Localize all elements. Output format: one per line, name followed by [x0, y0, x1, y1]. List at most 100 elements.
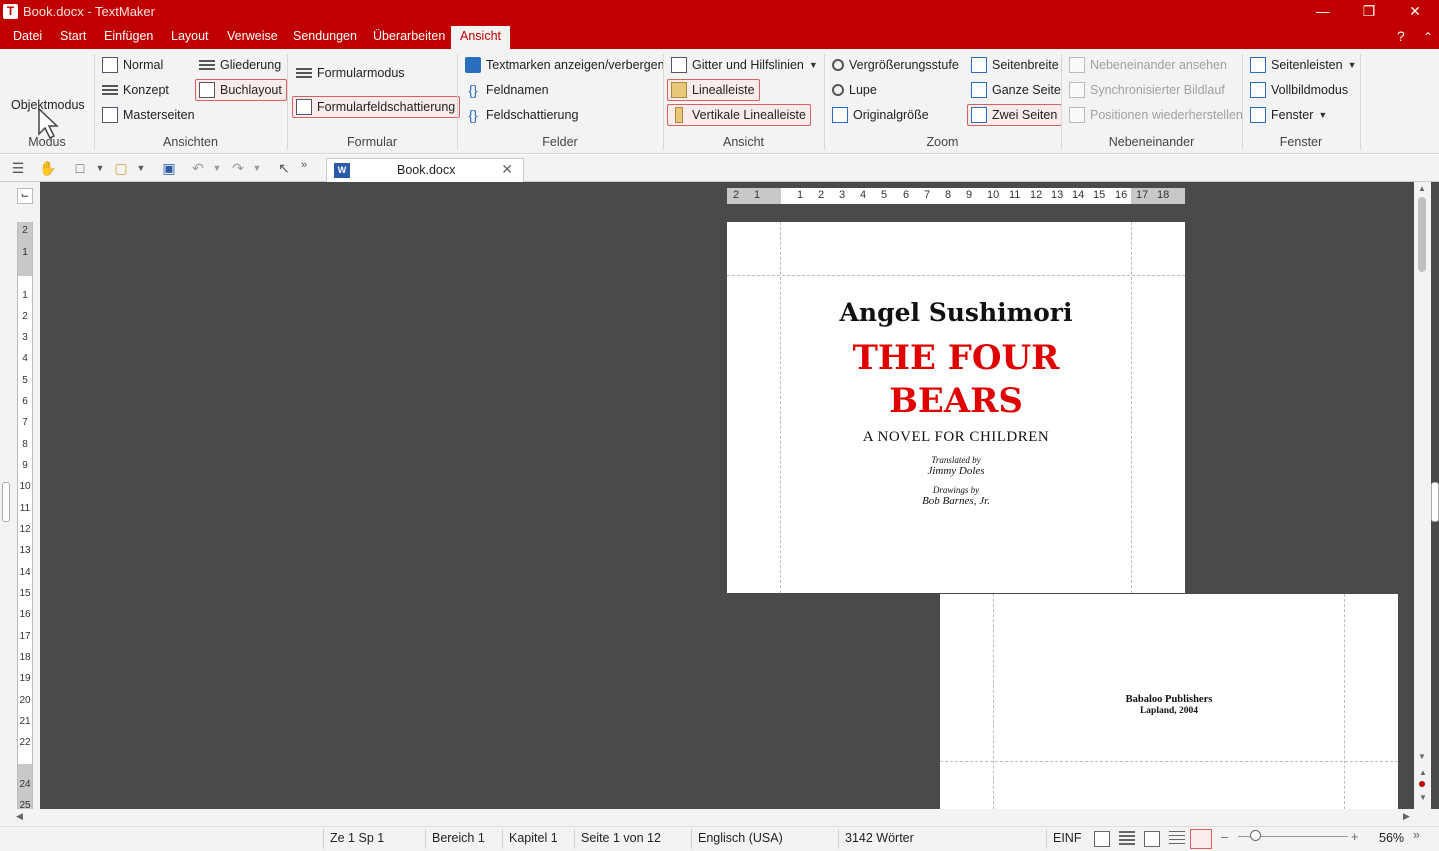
- view-gliederung-button[interactable]: Gliederung: [196, 54, 285, 76]
- status-zoom-level[interactable]: 56%: [1379, 831, 1404, 845]
- right-sidebar-handle[interactable]: [1431, 482, 1439, 522]
- magnifier-icon: [832, 84, 844, 96]
- view-outline-icon[interactable]: [1169, 831, 1185, 847]
- zoom-icon: [832, 59, 844, 71]
- vertical-ruler[interactable]: 2 1 1 2 3 4 5 6 7 8 9 10 11 12 13 14 15 16 17 18 19 20 21 22 24 2…: [17, 222, 33, 811]
- zoom-in-icon[interactable]: +: [1351, 830, 1358, 844]
- status-language[interactable]: Englisch (USA): [698, 831, 783, 845]
- nebeneinander-ansehen-button[interactable]: Nebeneinander ansehen: [1066, 54, 1231, 76]
- status-word-count[interactable]: 3142 Wörter: [845, 831, 914, 845]
- zoom-out-icon[interactable]: –: [1221, 830, 1228, 844]
- positionen-wiederherstellen-button[interactable]: Positionen wiederherstellen: [1066, 104, 1247, 126]
- synchronisierter-bildlauf-button[interactable]: Synchronisierter Bildlauf: [1066, 79, 1229, 101]
- vertical-scrollbar[interactable]: ▲ ▼ ▲ ▼: [1414, 182, 1431, 809]
- scroll-left-icon[interactable]: ◀: [16, 811, 23, 822]
- menu-ansicht[interactable]: Ansicht: [451, 26, 510, 49]
- view-konzept-button[interactable]: Konzept: [99, 79, 173, 101]
- ruler-tick-label: 13: [1051, 189, 1064, 201]
- redo-icon[interactable]: ↷: [228, 159, 248, 177]
- gitter-hilfslinien-button[interactable]: Gitter und Hilfslinien ▼: [668, 54, 822, 76]
- pointer-icon[interactable]: ↖: [274, 159, 294, 177]
- publisher-name: Babaloo Publishers: [1125, 694, 1213, 705]
- more-icon[interactable]: »: [294, 156, 314, 174]
- view-normal-button[interactable]: Normal: [99, 54, 167, 76]
- status-cursor-position[interactable]: Ze 1 Sp 1: [330, 831, 384, 845]
- horizontal-ruler[interactable]: 2 1 1 2 3 4 5 6 7 8 9 10 11 12 13 14 15 16 17 18: [727, 188, 1185, 204]
- scroll-down-icon[interactable]: ▼: [1418, 752, 1426, 761]
- feldschattierung-button[interactable]: {} Feldschattierung: [462, 104, 582, 126]
- scroll-right-icon[interactable]: ▶: [1403, 811, 1410, 822]
- page-2[interactable]: Babaloo Publishers Lapland, 2004: [940, 594, 1398, 809]
- ruler-tick-label: 1: [22, 247, 28, 258]
- vertikale-linealleiste-button[interactable]: Vertikale Linealleiste: [667, 104, 811, 126]
- ruler-tick-label: 7: [22, 417, 28, 428]
- linealleiste-button[interactable]: Linealleiste: [667, 79, 760, 101]
- formularfeldschattierung-button[interactable]: Formularfeldschattierung: [292, 96, 461, 118]
- window-icon: [1250, 107, 1266, 123]
- menu-start[interactable]: Start: [60, 29, 86, 43]
- view-buchlayout-button[interactable]: Buchlayout: [195, 79, 287, 101]
- feldnamen-label: Feldnamen: [486, 83, 549, 97]
- view-book-icon[interactable]: [1190, 829, 1212, 849]
- ganze-seite-button[interactable]: Ganze Seite: [968, 79, 1065, 101]
- zwei-seiten-button[interactable]: Zwei Seiten: [967, 104, 1063, 126]
- view-draft-icon[interactable]: [1119, 831, 1135, 847]
- minimize-button[interactable]: —: [1300, 0, 1346, 24]
- close-button[interactable]: ✕: [1392, 0, 1438, 24]
- next-page-icon[interactable]: ▼: [1419, 793, 1427, 802]
- document-tab[interactable]: W Book.docx ✕: [326, 158, 524, 182]
- page-1[interactable]: Angel Sushimori THE FOUR BEARS A NOVEL F…: [727, 222, 1185, 593]
- save-icon[interactable]: ▣: [159, 159, 179, 177]
- chevron-down-icon[interactable]: ▼: [207, 159, 227, 177]
- open-folder-icon[interactable]: ▢: [111, 159, 131, 177]
- formularmodus-button[interactable]: Formularmodus: [293, 62, 409, 84]
- vergroesserungsstufe-button[interactable]: Vergrößerungsstufe: [829, 54, 963, 76]
- left-sidebar-handle[interactable]: [2, 482, 10, 522]
- view-normal-icon[interactable]: [1094, 831, 1110, 847]
- vollbildmodus-button[interactable]: Vollbildmodus: [1247, 79, 1352, 101]
- menu-layout[interactable]: Layout: [171, 29, 209, 43]
- menu-sendungen[interactable]: Sendungen: [293, 29, 357, 43]
- view-masterseiten-button[interactable]: Masterseiten: [99, 104, 199, 126]
- previous-page-icon[interactable]: ▲: [1419, 768, 1427, 777]
- menu-lines-icon[interactable]: ☰: [8, 159, 28, 177]
- menu-ueberarbeiten[interactable]: Überarbeiten: [373, 29, 445, 43]
- scroll-up-icon[interactable]: ▲: [1418, 184, 1426, 193]
- chevron-down-icon[interactable]: ▼: [247, 159, 267, 177]
- new-document-icon[interactable]: □: [70, 159, 90, 177]
- tab-stop-selector[interactable]: ⌙: [17, 188, 33, 204]
- feldschattierung-label: Feldschattierung: [486, 108, 579, 122]
- view-master-icon[interactable]: [1144, 831, 1160, 847]
- status-section[interactable]: Bereich 1: [432, 831, 485, 845]
- undo-icon[interactable]: ↶: [188, 159, 208, 177]
- status-chapter[interactable]: Kapitel 1: [509, 831, 558, 845]
- menu-datei[interactable]: Datei: [13, 29, 42, 43]
- ruler-tick-label: 4: [22, 353, 28, 364]
- maximize-button[interactable]: ❐: [1346, 0, 1392, 24]
- zoom-slider-knob[interactable]: [1250, 830, 1261, 841]
- feldnamen-button[interactable]: {} Feldnamen: [462, 79, 553, 101]
- lupe-button[interactable]: Lupe: [829, 79, 881, 101]
- menu-verweise[interactable]: Verweise: [227, 29, 278, 43]
- chevron-down-icon[interactable]: ▼: [90, 159, 110, 177]
- help-icon[interactable]: ?: [1397, 28, 1405, 44]
- chevron-down-icon[interactable]: ▼: [131, 159, 151, 177]
- collapse-ribbon-icon[interactable]: ⌃: [1423, 30, 1433, 44]
- menu-einfuegen[interactable]: Einfügen: [104, 29, 153, 43]
- seitenbreite-button[interactable]: Seitenbreite: [968, 54, 1063, 76]
- status-divider: [838, 829, 839, 849]
- horizontal-scrollbar[interactable]: ◀ ▶: [0, 809, 1439, 826]
- more-icon[interactable]: »: [1413, 828, 1420, 842]
- originalgroesse-button[interactable]: Originalgröße: [829, 104, 933, 126]
- status-page[interactable]: Seite 1 von 12: [581, 831, 661, 845]
- seitenleisten-button[interactable]: Seitenleisten ▼: [1247, 54, 1361, 76]
- browse-object-icon[interactable]: [1419, 781, 1425, 787]
- status-insert-mode[interactable]: EINF: [1053, 831, 1081, 845]
- textmarken-button[interactable]: Textmarken anzeigen/verbergen: [462, 54, 669, 76]
- group-label-fenster: Fenster: [1279, 135, 1323, 149]
- fenster-button[interactable]: Fenster ▼: [1247, 104, 1331, 126]
- objektmodus-button[interactable]: Objektmodus: [8, 94, 89, 116]
- vertical-scroll-thumb[interactable]: [1418, 197, 1426, 272]
- close-tab-icon[interactable]: ✕: [501, 161, 513, 178]
- hand-icon[interactable]: ✋: [38, 159, 58, 177]
